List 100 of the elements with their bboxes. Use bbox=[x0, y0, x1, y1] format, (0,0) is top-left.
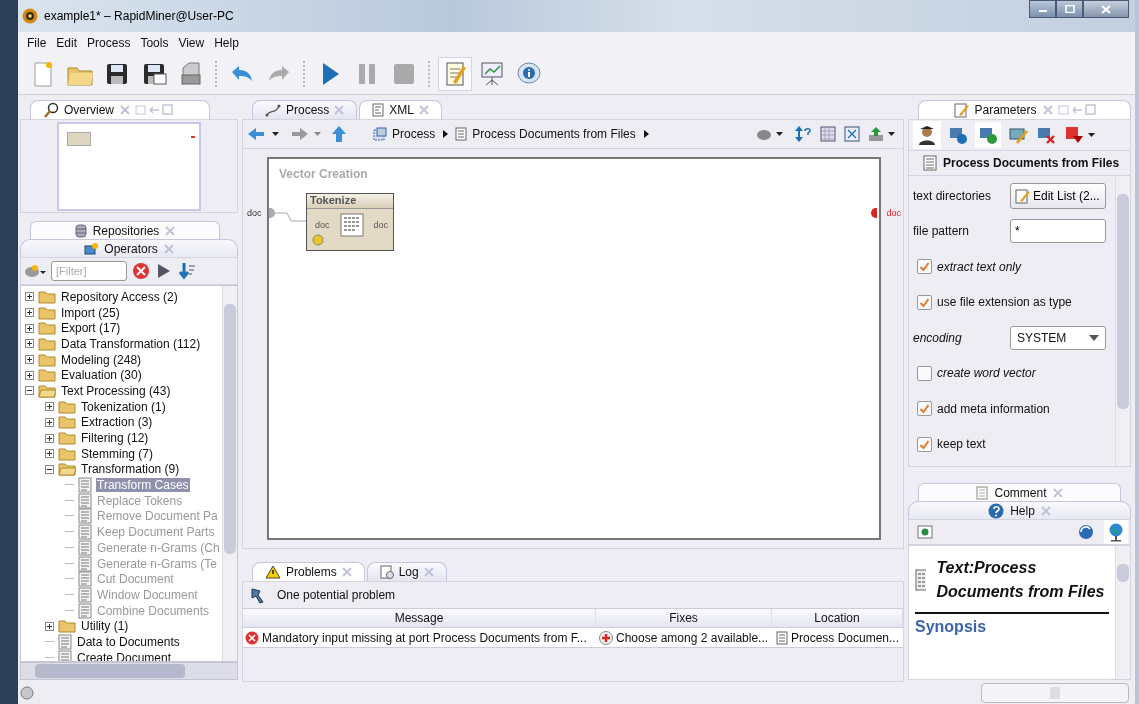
grid-icon[interactable] bbox=[819, 125, 837, 143]
tree-folder[interactable]: Extraction (3) bbox=[80, 415, 154, 430]
tree-folder[interactable]: Text Processing (43) bbox=[60, 383, 172, 398]
expand-toggle-icon[interactable] bbox=[25, 386, 34, 396]
expand-toggle-icon[interactable] bbox=[25, 323, 34, 333]
tree-folder[interactable]: Import (25) bbox=[60, 305, 121, 320]
edit-list-button[interactable]: Edit List (2... bbox=[1010, 182, 1106, 209]
column-header[interactable]: Message bbox=[243, 609, 596, 627]
output-port[interactable]: doc bbox=[871, 208, 901, 218]
expand-toggle-icon[interactable] bbox=[45, 433, 54, 443]
view-tab[interactable]: Process bbox=[252, 100, 358, 119]
refresh-icon[interactable] bbox=[1076, 522, 1096, 542]
maximize-button[interactable] bbox=[1056, 0, 1083, 18]
subprocess-title: Vector Creation bbox=[279, 167, 368, 181]
breadcrumb-item[interactable]: Process Documents from Files bbox=[455, 127, 636, 141]
menu-item[interactable]: File bbox=[22, 36, 52, 50]
expand-toggle-icon[interactable] bbox=[25, 292, 34, 302]
input-port[interactable]: doc bbox=[247, 208, 275, 218]
help-tab[interactable]: Help bbox=[908, 501, 1131, 519]
expand-toggle-icon[interactable] bbox=[45, 464, 54, 474]
tree-folder[interactable]: Export (17) bbox=[60, 321, 122, 336]
repositories-tab[interactable]: Repositories bbox=[30, 221, 220, 239]
fit-icon[interactable] bbox=[843, 125, 861, 143]
expand-toggle-icon[interactable] bbox=[25, 370, 34, 380]
tree-folder[interactable]: Tokenization (1) bbox=[80, 399, 167, 414]
checkbox[interactable] bbox=[917, 365, 932, 381]
breadcrumb-item[interactable]: Process bbox=[373, 127, 436, 141]
document-icon bbox=[455, 127, 468, 141]
parameter-label: extract text only bbox=[937, 259, 1022, 274]
expand-toggle-icon[interactable] bbox=[45, 449, 54, 459]
expand-toggle-icon[interactable] bbox=[45, 402, 54, 412]
tree-folder[interactable]: Utility (1) bbox=[80, 619, 130, 634]
tree-folder[interactable]: Stemming (7) bbox=[80, 446, 155, 461]
scrollbar[interactable] bbox=[1115, 546, 1130, 679]
parameter-label: create word vector bbox=[937, 366, 1036, 381]
tab-label: Repositories bbox=[92, 223, 160, 238]
chevron-right-icon[interactable] bbox=[641, 129, 650, 139]
caret-icon bbox=[1089, 334, 1099, 341]
operator-node[interactable]: Tokenize doc doc bbox=[306, 193, 394, 251]
expand-toggle-icon[interactable] bbox=[45, 621, 54, 631]
document-icon bbox=[78, 555, 92, 572]
scrollbar[interactable] bbox=[222, 286, 237, 661]
parameters-tab[interactable]: Parameters bbox=[918, 100, 1131, 119]
chevron-right-icon[interactable] bbox=[441, 129, 450, 139]
operators-tab[interactable]: Operators bbox=[20, 239, 238, 257]
expand-toggle-icon[interactable] bbox=[25, 308, 34, 318]
menu-item[interactable]: Edit bbox=[51, 36, 83, 50]
comment-tab[interactable]: Comment bbox=[918, 483, 1121, 501]
menu-item[interactable]: Process bbox=[82, 36, 136, 50]
up-arrow-icon[interactable] bbox=[331, 125, 347, 143]
tree-operator[interactable]: Create Document bbox=[76, 650, 173, 661]
minimize-button[interactable] bbox=[1029, 0, 1056, 18]
browser-icon[interactable] bbox=[917, 525, 933, 539]
overview-tab[interactable]: Overview bbox=[30, 100, 210, 119]
view-tab[interactable]: Problems bbox=[252, 562, 365, 581]
panel-controls-icon bbox=[119, 104, 173, 116]
checkbox[interactable] bbox=[917, 436, 932, 452]
tree-folder[interactable]: Filtering (12) bbox=[80, 431, 150, 446]
document-icon bbox=[78, 477, 92, 494]
expand-toggle-icon[interactable] bbox=[45, 417, 54, 427]
maximize-icon bbox=[1064, 5, 1075, 13]
section-heading: Synopsis bbox=[915, 618, 987, 635]
view-tab[interactable]: Log bbox=[366, 562, 447, 581]
checkbox[interactable] bbox=[917, 259, 932, 275]
tree-folder[interactable]: Data Transformation (112) bbox=[60, 336, 202, 351]
tab-label: Parameters bbox=[974, 103, 1037, 117]
sort-icon[interactable] bbox=[178, 262, 196, 280]
expert-mode-icon[interactable] bbox=[913, 121, 941, 149]
menu-item[interactable]: Tools bbox=[135, 36, 174, 50]
folder-icon bbox=[58, 415, 76, 430]
expand-toggle-icon[interactable] bbox=[25, 339, 34, 349]
scrollbar[interactable] bbox=[1115, 176, 1130, 466]
problem-summary: One potential problem bbox=[277, 588, 396, 602]
column-header[interactable]: Location bbox=[772, 609, 903, 627]
tree-folder[interactable]: Repository Access (2) bbox=[60, 289, 179, 304]
operator-name: Tokenize bbox=[307, 194, 393, 209]
menu-item[interactable]: Help bbox=[209, 36, 244, 50]
scrollbar[interactable] bbox=[20, 662, 238, 680]
menu-item[interactable]: View bbox=[173, 36, 210, 50]
checkbox[interactable] bbox=[917, 401, 932, 417]
operator-title: Process Documents from Files bbox=[943, 156, 1120, 170]
globe-icon[interactable] bbox=[1104, 520, 1128, 544]
expand-toggle-icon[interactable] bbox=[25, 355, 34, 365]
close-button[interactable] bbox=[1083, 0, 1129, 18]
tree-folder[interactable]: Modeling (248) bbox=[60, 352, 143, 367]
arrange-icon[interactable] bbox=[793, 125, 813, 143]
clear-icon[interactable] bbox=[132, 262, 150, 280]
checkbox[interactable] bbox=[917, 294, 932, 310]
design-button[interactable] bbox=[438, 57, 472, 91]
text-field[interactable]: * bbox=[1010, 219, 1106, 244]
operator-menu-icon[interactable] bbox=[24, 262, 46, 280]
tree-folder[interactable]: Evaluation (30) bbox=[60, 368, 143, 383]
filter-field[interactable]: [Filter] bbox=[51, 261, 127, 281]
dropdown[interactable]: SYSTEM bbox=[1010, 325, 1106, 350]
close-icon bbox=[1101, 4, 1111, 14]
view-tab[interactable]: XML bbox=[359, 100, 443, 119]
tree-operator[interactable]: Data to Documents bbox=[76, 634, 181, 649]
enable-icon[interactable] bbox=[975, 122, 1001, 148]
column-header[interactable]: Fixes bbox=[596, 609, 772, 627]
tree-folder[interactable]: Transformation (9) bbox=[80, 462, 181, 477]
